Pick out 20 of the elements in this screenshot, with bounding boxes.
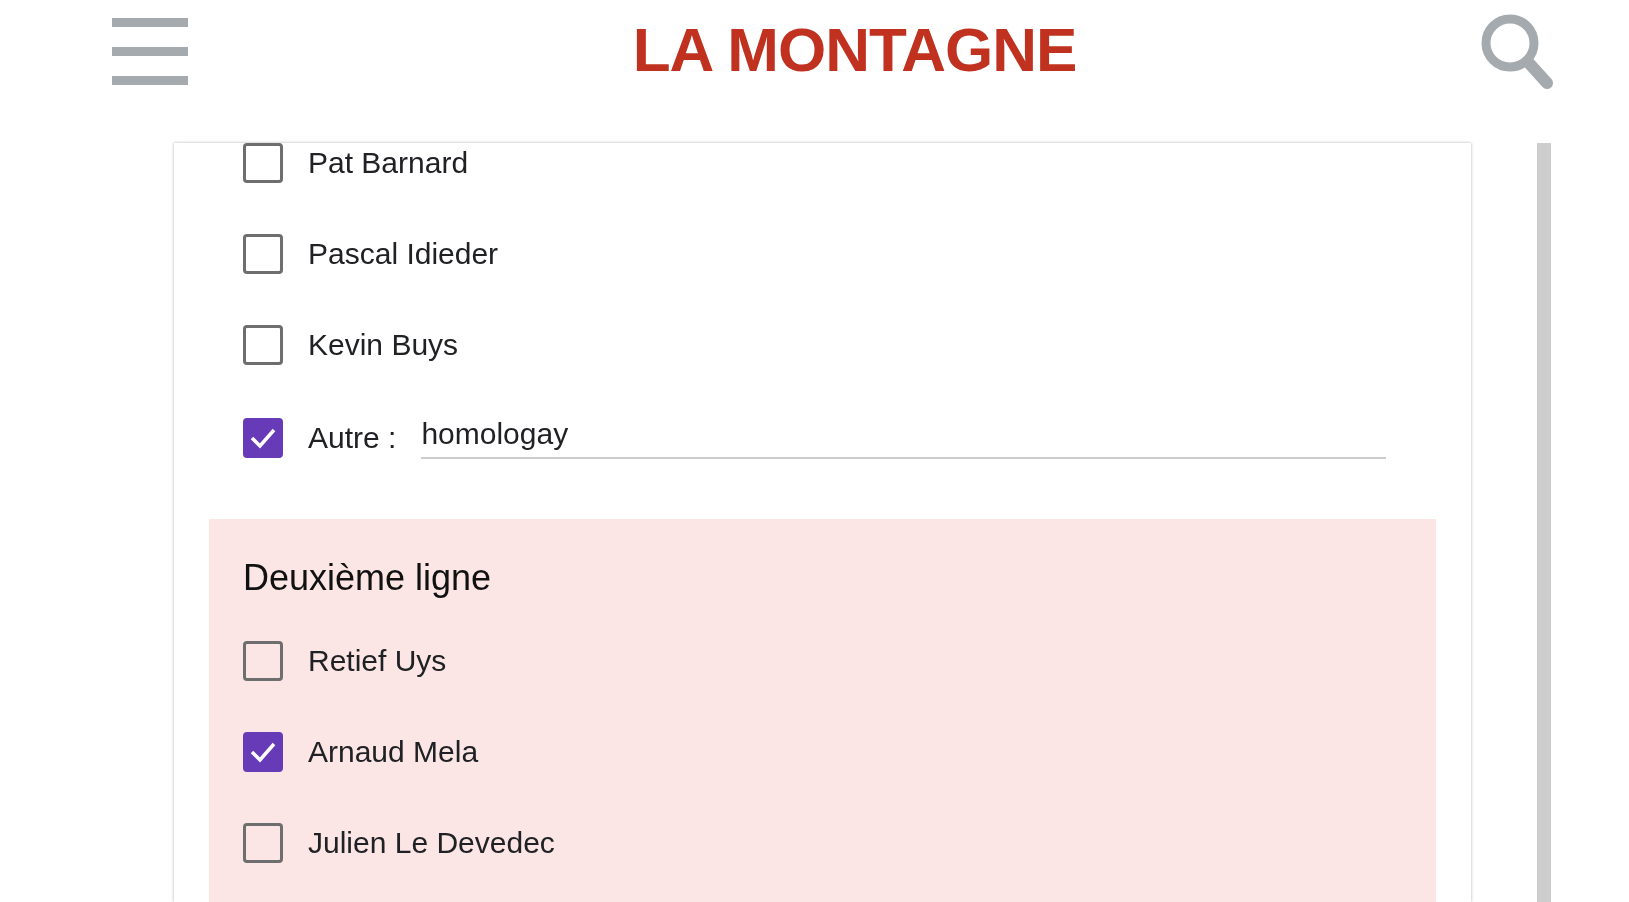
- checkbox[interactable]: [243, 731, 283, 772]
- option-label: Kevin Buys: [308, 327, 459, 362]
- checkbox[interactable]: [243, 143, 283, 183]
- check-icon: [249, 740, 277, 763]
- option-label: Julien Le Devedec: [308, 825, 555, 860]
- checkbox[interactable]: [243, 233, 283, 274]
- option-label: Retief Uys: [308, 643, 447, 678]
- scrollbar[interactable]: [1537, 143, 1551, 902]
- check-icon: [249, 426, 277, 449]
- checkbox[interactable]: [243, 324, 283, 365]
- input-field[interactable]: homologay: [421, 416, 1386, 459]
- option-label: Arnaud Mela: [308, 734, 479, 769]
- checkbox[interactable]: [243, 417, 283, 458]
- checkbox[interactable]: [243, 640, 283, 681]
- section-title: Deuxième ligne: [243, 557, 493, 599]
- option-label: Autre :: [308, 420, 397, 455]
- checkbox[interactable]: [243, 822, 283, 863]
- option-label: Pascal Idieder: [308, 236, 499, 271]
- option-label: Pat Barnard: [308, 145, 469, 180]
- site-logo[interactable]: LA MONTAGNE: [632, 14, 1077, 85]
